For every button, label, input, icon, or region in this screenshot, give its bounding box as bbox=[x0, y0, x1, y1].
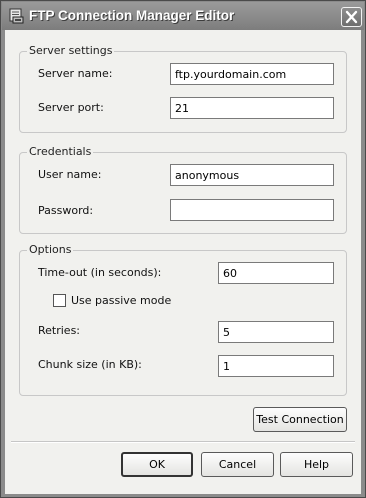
server-port-input[interactable] bbox=[170, 97, 334, 119]
timeout-input[interactable] bbox=[218, 262, 334, 284]
divider bbox=[11, 441, 355, 443]
dialog-window: FTP Connection Manager Editor Server set… bbox=[0, 0, 366, 498]
ok-button[interactable]: OK bbox=[121, 452, 193, 477]
server-settings-label: Server settings bbox=[27, 44, 115, 57]
server-name-input[interactable] bbox=[170, 63, 334, 85]
test-connection-button[interactable]: Test Connection bbox=[253, 407, 347, 432]
passive-mode-label[interactable]: Use passive mode bbox=[71, 294, 171, 307]
window-title: FTP Connection Manager Editor bbox=[29, 8, 235, 23]
title-bar[interactable]: FTP Connection Manager Editor bbox=[2, 2, 364, 30]
passive-mode-checkbox[interactable] bbox=[53, 294, 66, 307]
retries-label: Retries: bbox=[38, 324, 81, 337]
server-port-label: Server port: bbox=[38, 101, 104, 114]
cancel-button[interactable]: Cancel bbox=[201, 452, 274, 477]
password-input[interactable] bbox=[170, 199, 334, 221]
credentials-label: Credentials bbox=[27, 145, 94, 158]
close-icon bbox=[345, 10, 358, 27]
ftp-manager-icon bbox=[8, 8, 24, 24]
credentials-group: Credentials User name: Password: bbox=[19, 145, 347, 234]
chunk-size-input[interactable] bbox=[218, 355, 334, 377]
user-name-label: User name: bbox=[38, 168, 102, 181]
close-button[interactable] bbox=[341, 7, 362, 27]
options-label: Options bbox=[27, 243, 74, 256]
server-name-label: Server name: bbox=[38, 67, 113, 80]
timeout-label: Time-out (in seconds): bbox=[38, 266, 162, 279]
server-settings-group: Server settings Server name: Server port… bbox=[19, 44, 347, 133]
dialog-body: Server settings Server name: Server port… bbox=[5, 30, 361, 494]
options-group: Options Time-out (in seconds): Use passi… bbox=[19, 243, 347, 396]
help-button[interactable]: Help bbox=[280, 452, 353, 477]
retries-input[interactable] bbox=[218, 321, 334, 343]
chunk-size-label: Chunk size (in KB): bbox=[38, 358, 142, 371]
password-label: Password: bbox=[38, 204, 94, 217]
user-name-input[interactable] bbox=[170, 164, 334, 186]
